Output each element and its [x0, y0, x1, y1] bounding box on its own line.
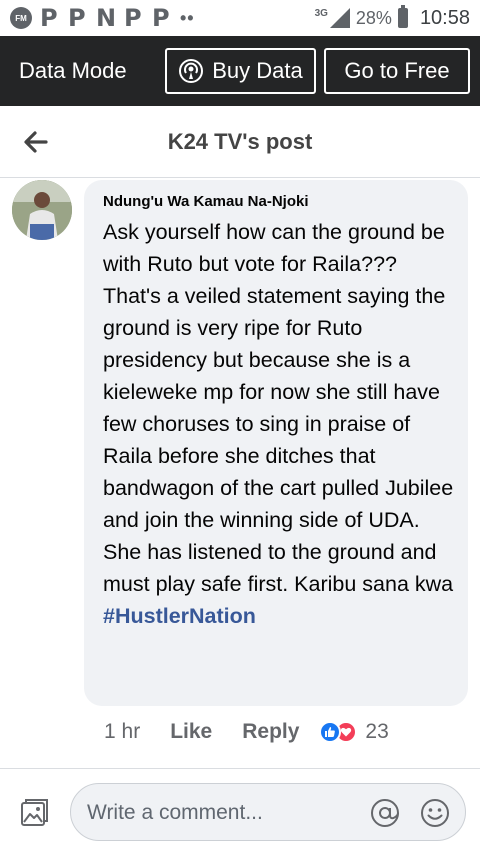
comment-author[interactable]: Ndung'u Wa Kamau Na-Njoki — [103, 192, 456, 212]
comment-bubble: Ndung'u Wa Kamau Na-Njoki Ask yourself h… — [84, 180, 468, 706]
hashtag-link[interactable]: #HustlerNation — [103, 600, 456, 632]
n-notification-icon: N — [96, 4, 117, 32]
data-mode-bar: Data Mode Buy Data Go to Free — [0, 36, 480, 106]
mention-icon[interactable] — [369, 797, 401, 829]
p-notification-icon: P — [124, 4, 142, 32]
emoji-icon[interactable] — [419, 797, 451, 829]
avatar[interactable] — [12, 180, 72, 240]
broadcast-icon — [179, 59, 204, 83]
post-header: K24 TV's post — [0, 106, 480, 178]
p-notification-icon: P — [68, 4, 86, 32]
comment-actions: 1 hr Like Reply 23 — [104, 716, 389, 748]
comment-input[interactable] — [87, 798, 357, 828]
comment-text: Ask yourself how can the ground be with … — [103, 220, 454, 596]
comment-composer — [0, 768, 480, 854]
fm-radio-icon: FM — [10, 7, 32, 29]
clock: 10:58 — [419, 6, 470, 29]
go-to-free-label: Go to Free — [344, 58, 450, 83]
data-mode-title: Data Mode — [19, 58, 127, 83]
reply-button[interactable]: Reply — [242, 720, 299, 744]
status-bar: FM P P N P P •• 3G 28% 10:58 — [0, 0, 480, 36]
system-status: 3G 28% 10:58 — [315, 0, 470, 36]
avatar-image — [12, 180, 72, 240]
comment-timestamp[interactable]: 1 hr — [104, 720, 140, 744]
battery-percent: 28% — [355, 7, 392, 28]
network-type: 3G — [314, 7, 328, 19]
reaction-count: 23 — [365, 720, 389, 743]
go-to-free-button[interactable]: Go to Free — [324, 48, 470, 94]
like-button[interactable]: Like — [170, 720, 212, 744]
buy-data-label: Buy Data — [212, 58, 303, 83]
reactions-summary[interactable]: 23 — [319, 720, 389, 744]
signal-icon — [329, 8, 350, 28]
p-notification-icon: P — [152, 4, 170, 32]
notification-icons: FM P P N P P •• — [10, 4, 195, 32]
comment-box[interactable] — [70, 783, 466, 841]
photo-icon[interactable] — [18, 797, 50, 829]
more-notifications-icon: •• — [180, 7, 195, 28]
battery-icon — [397, 5, 408, 28]
buy-data-button[interactable]: Buy Data — [165, 48, 316, 94]
page-title: K24 TV's post — [167, 129, 313, 154]
p-notification-icon: P — [40, 4, 58, 32]
